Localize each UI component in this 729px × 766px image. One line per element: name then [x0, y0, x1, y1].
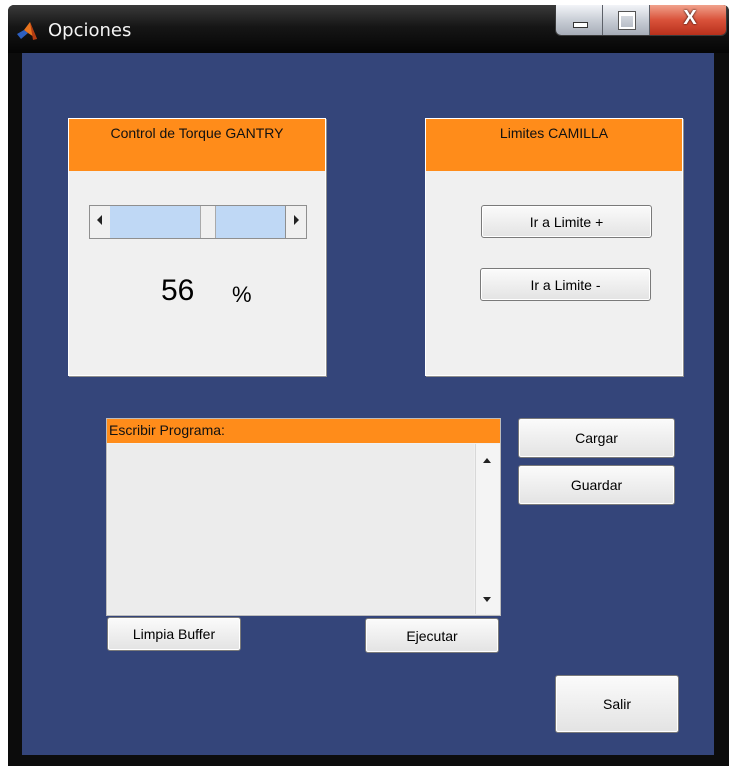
slider-decrement-button[interactable] [89, 205, 111, 239]
program-panel-title: Escribir Programa: [109, 422, 225, 438]
slider-fill [110, 206, 200, 238]
minimize-button[interactable] [556, 5, 603, 35]
maximize-icon [618, 11, 636, 30]
load-button[interactable]: Cargar [518, 418, 675, 458]
options-window: Opciones X Control de Torque GANTRY 56 %… [8, 5, 729, 766]
arrow-right-icon [294, 215, 299, 225]
title-bar[interactable]: Opciones X [8, 5, 729, 53]
program-scrollbar[interactable] [475, 444, 500, 614]
slider-increment-button[interactable] [285, 205, 307, 239]
torque-control-panel: Control de Torque GANTRY 56 % [68, 118, 326, 376]
slider-thumb[interactable] [200, 206, 216, 238]
close-button[interactable]: X [650, 5, 726, 35]
limits-panel-title: Limites CAMILLA [499, 125, 609, 141]
program-panel-header: Escribir Programa: [107, 419, 500, 443]
arrow-left-icon [97, 215, 102, 225]
clear-buffer-button[interactable]: Limpia Buffer [107, 617, 241, 651]
window-title: Opciones [48, 20, 132, 41]
close-icon: X [683, 7, 697, 29]
slider-track[interactable] [110, 205, 286, 239]
client-area: Control de Torque GANTRY 56 % Limites CA… [22, 53, 714, 755]
torque-slider[interactable] [89, 205, 307, 239]
scroll-down-icon[interactable] [483, 597, 491, 602]
program-textarea[interactable] [108, 444, 474, 614]
torque-unit: % [232, 282, 252, 307]
limits-panel: Limites CAMILLA Ir a Limite + Ir a Limit… [425, 118, 683, 376]
limit-minus-button[interactable]: Ir a Limite - [480, 268, 651, 301]
torque-panel-title: Control de Torque GANTRY [110, 125, 284, 141]
window-controls: X [555, 5, 727, 36]
minimize-icon [573, 22, 588, 28]
limit-plus-button[interactable]: Ir a Limite + [481, 205, 652, 238]
execute-button[interactable]: Ejecutar [365, 618, 499, 653]
limits-panel-header: Limites CAMILLA [426, 119, 682, 171]
matlab-logo-icon [17, 22, 37, 40]
torque-value: 56 [161, 274, 195, 307]
scroll-up-icon[interactable] [483, 458, 491, 463]
exit-button[interactable]: Salir [555, 675, 679, 733]
torque-panel-header: Control de Torque GANTRY [69, 119, 325, 171]
maximize-button[interactable] [603, 5, 650, 35]
program-panel: Escribir Programa: [106, 418, 501, 616]
save-button[interactable]: Guardar [518, 465, 675, 505]
